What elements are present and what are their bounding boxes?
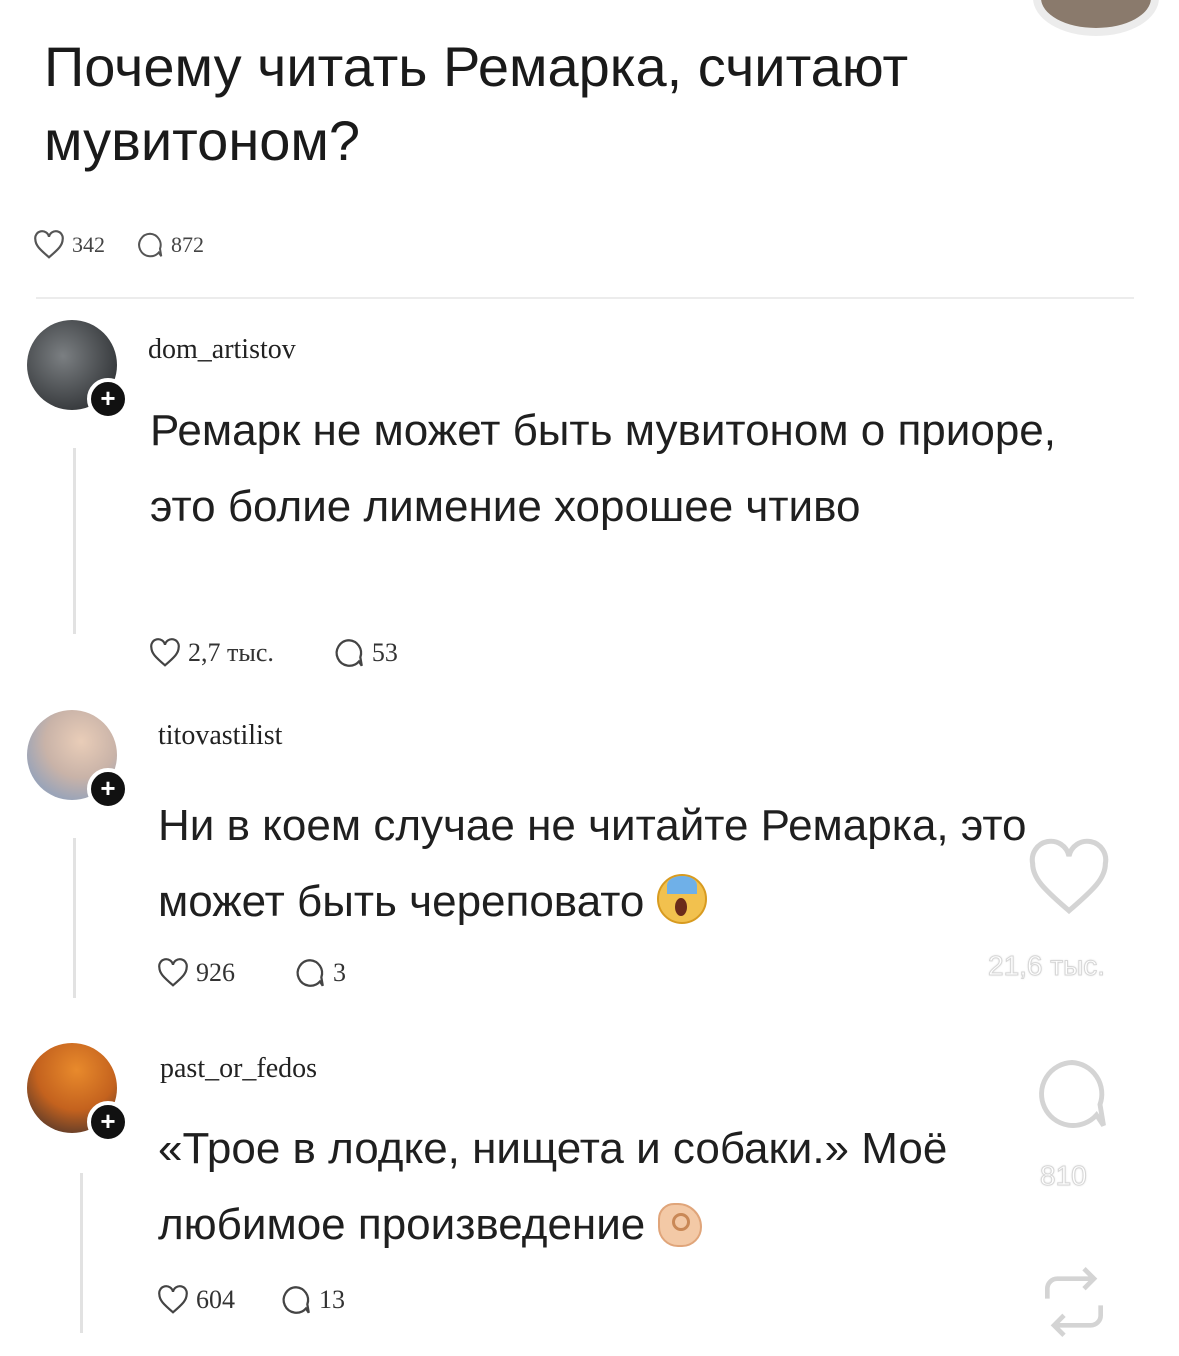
comment-reply-count: 3 xyxy=(333,958,346,987)
thread-line xyxy=(73,838,76,998)
heart-icon xyxy=(158,1285,188,1314)
comment-like-count: 926 xyxy=(196,958,235,987)
ok-hand-emoji xyxy=(657,1203,702,1247)
comment-reply-button[interactable]: 53 xyxy=(332,636,398,670)
side-comment-button[interactable] xyxy=(1030,1052,1114,1141)
divider xyxy=(36,297,1134,299)
comment-icon xyxy=(1039,1060,1106,1128)
post-like-count: 342 xyxy=(72,232,105,257)
avatar[interactable]: + xyxy=(27,1043,129,1143)
comment-reply-button[interactable]: 13 xyxy=(279,1283,345,1317)
heart-icon xyxy=(158,958,188,987)
thread-line xyxy=(80,1173,83,1333)
post-comment-button[interactable]: 872 xyxy=(135,230,204,260)
heart-icon xyxy=(34,230,64,259)
comment-like-count: 2,7 тыс. xyxy=(188,638,274,667)
follow-plus-icon[interactable]: + xyxy=(87,1101,129,1143)
comment-text: Ни в коем случае не читайте Ремарка, это… xyxy=(158,788,1098,940)
comment-reply-button[interactable]: 3 xyxy=(293,956,346,990)
heart-icon xyxy=(150,638,180,667)
screaming-face-emoji xyxy=(656,874,707,924)
avatar[interactable]: + xyxy=(27,320,129,420)
avatar[interactable]: + xyxy=(27,710,129,810)
comment-username[interactable]: titovastilist xyxy=(158,720,282,752)
side-like-button[interactable] xyxy=(1024,838,1114,923)
comment-text-body: Ни в коем случае не читайте Ремарка, это… xyxy=(158,801,1027,926)
side-like-count: 21,6 тыс. xyxy=(987,950,1106,982)
thread-line xyxy=(73,448,76,634)
comment-icon xyxy=(282,1286,310,1314)
comment-like-button[interactable]: 926 xyxy=(156,958,235,988)
heart-icon xyxy=(1029,838,1109,915)
comment-username[interactable]: past_or_fedos xyxy=(160,1053,317,1085)
comment-like-button[interactable]: 2,7 тыс. xyxy=(148,638,274,668)
side-comment-count: 810 xyxy=(1040,1160,1088,1192)
comment-text: Ремарк не может быть мувитоном о приоре,… xyxy=(150,406,1056,531)
comment-icon xyxy=(296,959,324,987)
comment-text-body: «Трое в лодке, нищета и собаки.» Моё люб… xyxy=(158,1124,948,1249)
follow-plus-icon[interactable]: + xyxy=(87,768,129,810)
comment-username[interactable]: dom_artistov xyxy=(148,334,296,366)
comment-text: «Трое в лодке, нищета и собаки.» Моё люб… xyxy=(158,1111,1098,1263)
comment-icon xyxy=(335,639,363,667)
comment-reply-count: 53 xyxy=(371,638,398,667)
comment-reply-count: 13 xyxy=(319,1285,345,1314)
post-comment-count: 872 xyxy=(171,232,204,257)
comment-like-count: 604 xyxy=(196,1285,235,1314)
comment-like-button[interactable]: 604 xyxy=(156,1285,235,1315)
post-title: Почему читать Ремарка, считают мувитоном… xyxy=(44,35,909,172)
comment-stats: 2,7 тыс. 53 xyxy=(148,636,398,670)
post-like-button[interactable]: 342 xyxy=(32,230,105,260)
follow-plus-icon[interactable]: + xyxy=(87,378,129,420)
comment-stats: 926 3 xyxy=(156,956,346,990)
repost-icon xyxy=(1045,1267,1103,1337)
post-stats: 342 872 xyxy=(32,230,204,260)
side-repost-button[interactable] xyxy=(1034,1262,1114,1347)
comment-stats: 604 13 xyxy=(156,1283,345,1317)
comment-icon xyxy=(138,232,163,258)
